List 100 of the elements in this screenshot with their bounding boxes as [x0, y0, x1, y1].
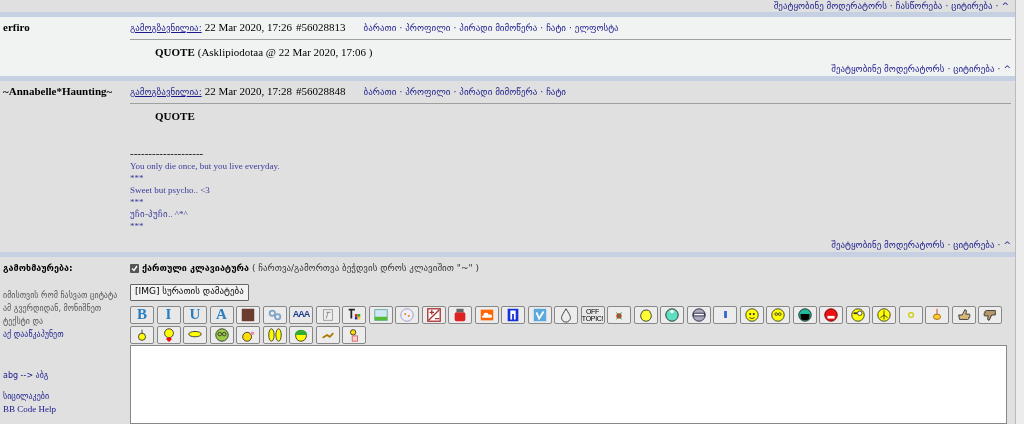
add-image-button[interactable]: [IMG] სურათის დამატება	[130, 283, 249, 301]
author-name[interactable]: ~Annabelle*Haunting~	[3, 85, 130, 98]
translit-text: abg --> აბგ	[3, 369, 50, 382]
smilies-link[interactable]: სიცილაკები	[3, 390, 130, 403]
thumbs-up-button[interactable]	[951, 305, 976, 324]
signature-line: You only die once, but you live everyday.	[130, 159, 281, 172]
video-button[interactable]	[448, 305, 472, 324]
reply-label: გამოხმაურება:	[3, 262, 74, 275]
action-link[interactable]: ჩატი	[546, 22, 566, 35]
format-button[interactable]: I	[156, 305, 181, 324]
action-link[interactable]: ციტირება	[953, 63, 995, 75]
posted-link[interactable]: გამოგზავნილია:	[130, 86, 202, 99]
separator-dot: ·	[453, 86, 457, 99]
quote-source: (Asklipiodotaa @ 22 Mar 2020, 17:06 )	[197, 45, 373, 60]
author-name[interactable]: erfiro	[3, 21, 130, 34]
goggles-face-icon	[213, 326, 230, 343]
helmet-smiley-button[interactable]	[289, 325, 313, 344]
drop-icon	[558, 306, 574, 323]
smiley-icon	[770, 306, 786, 323]
action-link[interactable]: შეატყობინე მოდერატორს	[831, 63, 945, 75]
letter-tile-button[interactable]	[501, 305, 525, 324]
post-number[interactable]: #56028848	[296, 85, 346, 98]
signature-line: ***	[130, 171, 145, 184]
separator-dot: ·	[540, 22, 544, 35]
help-text: იმისთვის რომ ჩასვათ ციტატა ამ გვერდიდან, მონიშნეთ ტექსტი და	[3, 289, 119, 328]
thumbs-down-button[interactable]	[978, 305, 1002, 324]
action-link[interactable]: ჩატი	[546, 86, 566, 99]
action-link[interactable]: ^	[1003, 239, 1011, 251]
separator-dot: ·	[399, 86, 403, 99]
action-link[interactable]: პროფილი	[405, 86, 451, 99]
plus-minus-button[interactable]	[421, 305, 446, 324]
action-link[interactable]: ჩასწორება	[895, 0, 943, 12]
quote-button[interactable]	[395, 305, 419, 324]
action-link[interactable]: ციტირება	[953, 239, 995, 251]
action-link[interactable]: ^	[1001, 0, 1009, 12]
post-number[interactable]: #56028813	[296, 21, 346, 34]
keyboard-hint: ( ჩართვა/გამორთვა ბეჭდვის დროს კლავიშით "~" )	[251, 262, 479, 275]
round-face-icon	[664, 306, 680, 323]
signature-line: უჩი-პუჩი.. ^*^	[130, 207, 189, 220]
signature-line: ***	[130, 195, 145, 208]
quote-icon	[399, 306, 415, 323]
separator-dot: ·	[945, 0, 949, 12]
action-link[interactable]: პროფილი	[405, 22, 451, 35]
peace-face-button[interactable]	[872, 305, 896, 324]
text-color-button[interactable]	[342, 305, 366, 324]
separator-dot: ·	[997, 63, 1001, 75]
photo-button[interactable]	[236, 305, 260, 324]
v-tile-icon	[531, 306, 548, 323]
quote-label: QUOTE	[155, 45, 195, 60]
separator-dot: ·	[947, 239, 951, 251]
signature-line: Sweet but psycho.. <3	[130, 183, 211, 196]
separator-dot: ·	[399, 22, 403, 35]
image-icon	[372, 306, 389, 323]
action-link[interactable]: შეატყობინე მოდერატორს	[773, 0, 887, 12]
posted-link[interactable]: გამოგზავნილია:	[130, 22, 202, 35]
separator-dot: ·	[995, 0, 999, 12]
quote-label: QUOTE	[155, 109, 195, 124]
post-date: 22 Mar 2020, 17:28	[204, 85, 293, 98]
separator-dot: ·	[997, 239, 1001, 251]
format-button[interactable]: A	[209, 305, 234, 324]
action-link[interactable]: პირადი მიმოწერა	[459, 22, 538, 35]
keyboard-label: ქართული კლავიატურა	[142, 262, 249, 275]
action-link[interactable]: შეატყობინე მოდერატორს	[831, 239, 945, 251]
goggles-face-button[interactable]	[209, 325, 234, 344]
round-face-button[interactable]	[660, 305, 684, 324]
signature-line: ***	[130, 220, 145, 232]
help-link[interactable]: აქ დააწკაპუნეთ	[3, 328, 130, 341]
format-button[interactable]: B	[130, 305, 154, 324]
winking-face-button[interactable]	[845, 305, 870, 324]
action-link[interactable]: ციტირება	[951, 0, 993, 12]
smiley-button[interactable]	[766, 305, 790, 324]
smiley-icon	[743, 306, 760, 323]
video-icon	[452, 306, 468, 323]
masked-face-button[interactable]	[686, 305, 711, 324]
format-button[interactable]: U	[183, 305, 207, 324]
smiley-button[interactable]	[739, 305, 764, 324]
separator-dot: ·	[453, 22, 457, 35]
action-link[interactable]: ბარათი	[363, 86, 397, 99]
pendant-button[interactable]	[925, 305, 949, 324]
bbcode-help-link[interactable]: BB Code Help	[3, 403, 130, 416]
action-link[interactable]: პირადი მიმოწერა	[459, 86, 538, 99]
winking-face-icon	[849, 306, 866, 323]
checkbox[interactable]	[130, 264, 139, 274]
message-input-field[interactable]	[130, 344, 1007, 424]
separator-dot: ·	[568, 22, 572, 35]
plus-minus-icon	[425, 306, 442, 323]
action-link[interactable]: ელფოსტა	[574, 22, 619, 35]
peace-face-icon	[876, 306, 892, 323]
drop-button[interactable]	[554, 305, 578, 324]
masked-face-icon	[690, 306, 707, 323]
action-link[interactable]: ^	[1003, 63, 1011, 75]
v-tile-button[interactable]	[527, 305, 552, 324]
format-button[interactable]: AAA	[289, 305, 313, 324]
post-date: 22 Mar 2020, 17:26	[204, 21, 293, 34]
cloud-button[interactable]	[474, 305, 499, 324]
angry-face-button[interactable]	[819, 305, 843, 324]
separator-dot: ·	[540, 86, 544, 99]
action-link[interactable]: ბარათი	[363, 22, 397, 35]
separator-dot: ·	[947, 63, 951, 75]
separator-dot: ·	[889, 0, 893, 12]
